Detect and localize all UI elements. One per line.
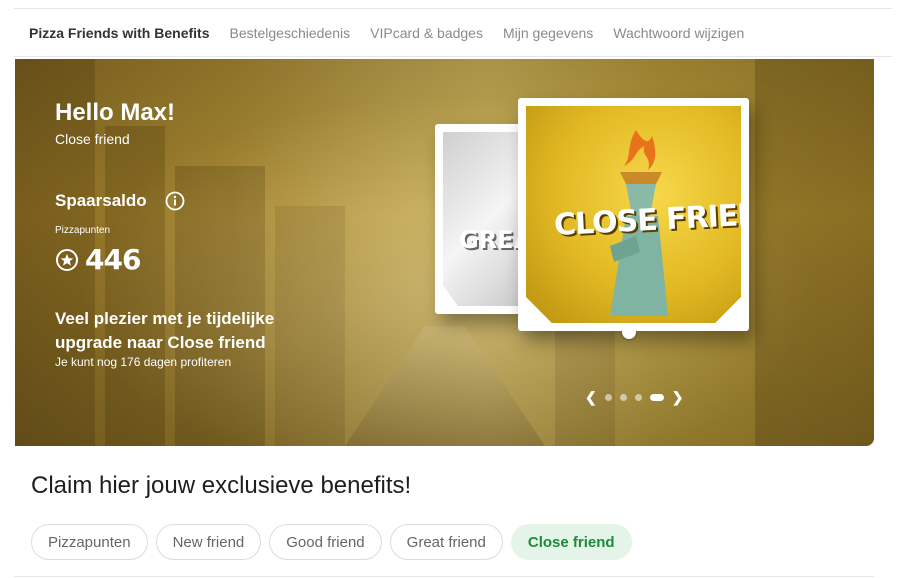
carousel-controls: ❮ ❯	[585, 389, 683, 406]
benefit-filter-chips: Pizzapunten New friend Good friend Great…	[31, 524, 632, 560]
tab-pizza-friends[interactable]: Pizza Friends with Benefits	[29, 25, 209, 41]
filter-pizzapunten[interactable]: Pizzapunten	[31, 524, 148, 560]
points-label: Pizzapunten	[55, 225, 111, 236]
carousel-dot[interactable]	[634, 394, 642, 401]
tab-vipcard-badges[interactable]: VIPcard & badges	[370, 25, 483, 41]
greeting: Hello Max!	[55, 99, 176, 126]
days-remaining: Je kunt nog 176 dagen profiteren	[55, 355, 232, 369]
loyalty-hero-banner: Hello Max! Close friend Spaarsaldo Pizza…	[15, 59, 874, 446]
chevron-left-icon[interactable]: ❮	[585, 389, 597, 406]
tab-bestelgeschiedenis[interactable]: Bestelgeschiedenis	[229, 25, 350, 41]
star-coin-icon	[55, 248, 79, 272]
points-value: 446	[85, 243, 141, 276]
carousel-dot[interactable]	[619, 394, 627, 401]
benefits-heading: Claim hier jouw exclusieve benefits!	[31, 472, 412, 499]
tab-mijn-gegevens[interactable]: Mijn gegevens	[503, 25, 593, 41]
filter-new-friend[interactable]: New friend	[155, 524, 262, 560]
savings-title: Spaarsaldo	[55, 191, 185, 211]
filter-close-friend[interactable]: Close friend	[510, 524, 632, 560]
filter-great-friend[interactable]: Great friend	[389, 524, 503, 560]
close-friend-card: CLOSE FRIEND	[518, 98, 749, 339]
points-balance: 446	[55, 243, 141, 276]
tab-wachtwoord-wijzigen[interactable]: Wachtwoord wijzigen	[613, 25, 744, 41]
upgrade-message: Veel plezier met je tijdelijke upgrade n…	[55, 309, 275, 352]
carousel-dot[interactable]	[604, 394, 612, 401]
carousel-dot-active[interactable]	[649, 394, 664, 401]
account-tabs: Pizza Friends with Benefits Bestelgeschi…	[14, 8, 892, 57]
savings-title-label: Spaarsaldo	[55, 191, 147, 210]
chevron-right-icon[interactable]: ❯	[672, 389, 684, 406]
friend-status: Close friend	[55, 131, 130, 147]
filter-good-friend[interactable]: Good friend	[269, 524, 382, 560]
divider	[14, 576, 874, 577]
card-front-title: CLOSE FRIEND	[553, 195, 741, 244]
info-icon[interactable]	[165, 191, 185, 211]
